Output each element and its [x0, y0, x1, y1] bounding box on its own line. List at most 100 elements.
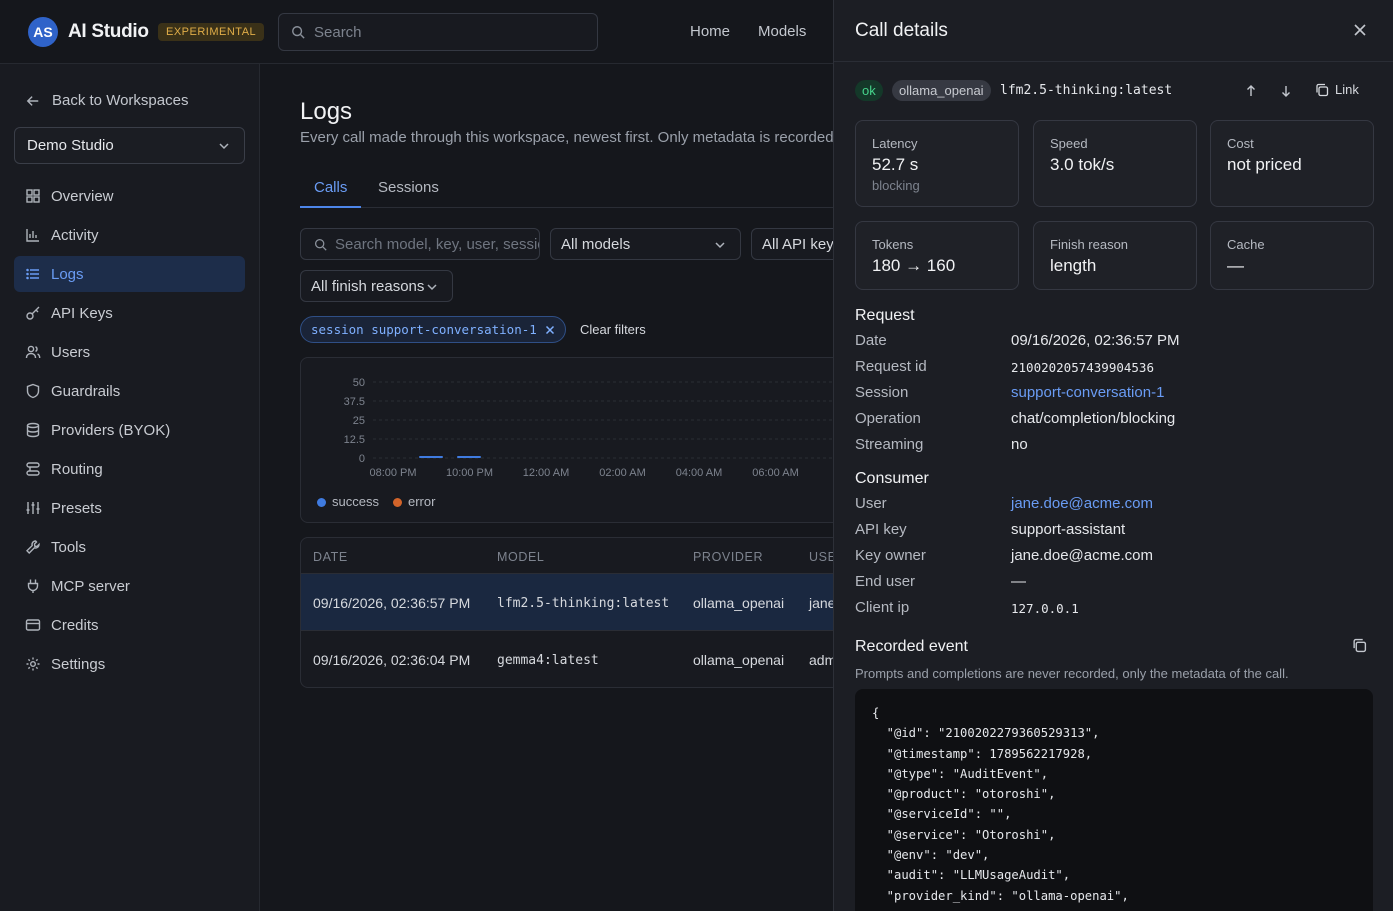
sidebar-item-tools[interactable]: Tools — [14, 529, 245, 565]
sliders-icon — [26, 502, 40, 514]
stat-label: Finish reason — [1050, 237, 1129, 252]
model-filter-select[interactable]: All models — [550, 228, 741, 260]
sidebar-item-label: Tools — [51, 538, 87, 556]
stat-finish-reason: Finish reason length — [1033, 221, 1197, 290]
table-header: DATE MODEL PROVIDER USER — [301, 538, 833, 574]
close-icon[interactable] — [1353, 23, 1367, 37]
nav-home[interactable]: Home — [690, 23, 730, 40]
grid-icon — [26, 189, 40, 203]
tab-sessions[interactable]: Sessions — [378, 179, 439, 196]
session-link[interactable]: support-conversation-1 — [1011, 384, 1164, 401]
sidebar-item-label: Providers (BYOK) — [51, 421, 171, 439]
sidebar-item-api-keys[interactable]: API Keys — [14, 295, 245, 331]
bar-success[interactable] — [457, 456, 481, 458]
user-link[interactable]: jane.doe@acme.com — [1011, 495, 1153, 512]
finish-reason-filter-select[interactable]: All finish reasons — [300, 270, 453, 302]
col-user[interactable]: USER — [809, 550, 833, 564]
shield-icon — [26, 383, 40, 399]
y-tick-label: 37.5 — [344, 396, 365, 408]
cell-user: jane.doe@acme.com — [809, 595, 833, 611]
plug-icon — [27, 579, 39, 593]
experimental-badge: EXPERIMENTAL — [158, 23, 265, 41]
sidebar: Back to Workspaces Demo Studio Overview … — [0, 64, 260, 911]
gear-icon — [26, 657, 40, 671]
request-section-title: Request — [855, 307, 915, 324]
y-tick-label: 12.5 — [344, 434, 365, 446]
back-label: Back to Workspaces — [52, 92, 189, 109]
legend-error-label: error — [407, 494, 436, 509]
search-input[interactable]: Search — [278, 13, 598, 51]
sidebar-item-users[interactable]: Users — [14, 334, 245, 370]
x-tick-label: 08:00 PM — [369, 467, 416, 479]
clear-filters-button[interactable]: Clear filters — [580, 322, 646, 337]
chevron-down-icon — [715, 242, 725, 249]
sidebar-item-overview[interactable]: Overview — [14, 178, 245, 214]
sidebar-item-credits[interactable]: Credits — [14, 607, 245, 643]
call-details-panel: Call details ok ollama_openai lfm2.5-thi… — [833, 0, 1393, 911]
sidebar-item-logs[interactable]: Logs — [14, 256, 245, 292]
table-row[interactable]: 09/16/2026, 02:36:57 PM lfm2.5-thinking:… — [301, 574, 833, 631]
database-icon — [26, 422, 40, 438]
legend-error: error — [392, 494, 436, 509]
sidebar-item-settings[interactable]: Settings — [14, 646, 245, 682]
legend-success: success — [317, 494, 379, 509]
back-to-workspaces[interactable]: Back to Workspaces — [26, 92, 188, 109]
recorded-event-json[interactable]: { "@id": "2100202279360529313", "@timest… — [855, 689, 1373, 911]
link-button[interactable]: Link — [1315, 82, 1359, 97]
copy-icon — [1316, 83, 1329, 96]
sidebar-item-routing[interactable]: Routing — [14, 451, 245, 487]
sidebar-item-mcp-server[interactable]: MCP server — [14, 568, 245, 604]
sidebar-item-label: Guardrails — [51, 382, 121, 400]
logs-search-input[interactable]: Search model, key, user, session — [300, 228, 540, 260]
sidebar-item-providers[interactable]: Providers (BYOK) — [14, 412, 245, 448]
stat-label: Speed — [1050, 136, 1088, 151]
stat-label: Latency — [872, 136, 918, 151]
routing-icon — [26, 462, 40, 476]
client-ip-value: 127.0.0.1 — [1011, 601, 1079, 616]
stat-cost: Cost not priced — [1210, 120, 1374, 207]
close-icon[interactable] — [545, 325, 555, 335]
chart-svg: 50 37.5 25 12.5 0 08:00 PM 10:00 PM 12:00 AM 02:… — [344, 377, 833, 479]
col-model[interactable]: MODEL — [497, 550, 544, 564]
sidebar-item-presets[interactable]: Presets — [14, 490, 245, 526]
main-content: Logs Every call made through this worksp… — [260, 64, 833, 911]
session-filter-chip[interactable]: session support-conversation-1 — [300, 316, 566, 343]
table-row[interactable]: 09/16/2026, 02:36:04 PM gemma4:latest ol… — [301, 631, 833, 687]
stat-value: — — [1227, 256, 1244, 275]
nav-models[interactable]: Models — [758, 23, 806, 40]
sidebar-item-guardrails[interactable]: Guardrails — [14, 373, 245, 409]
stat-value: 3.0 tok/s — [1050, 155, 1115, 174]
key-icon — [26, 306, 40, 320]
app-name[interactable]: AI Studio — [68, 21, 149, 43]
user-key: User — [855, 495, 887, 512]
json-text: { "@id": "2100202279360529313", "@timest… — [872, 706, 1129, 903]
recorded-event-note: Prompts and completions are never record… — [855, 666, 1289, 681]
col-date[interactable]: DATE — [313, 550, 348, 564]
api-key-value: support-assistant — [1011, 521, 1126, 538]
finish-filter-value: All finish reasons — [311, 278, 425, 295]
operation-value: chat/completion/blocking — [1011, 410, 1176, 427]
sidebar-item-label: Credits — [51, 616, 99, 634]
copy-icon[interactable] — [1352, 638, 1367, 653]
arrow-down-icon[interactable] — [1280, 84, 1292, 98]
sidebar-item-activity[interactable]: Activity — [14, 217, 245, 253]
x-tick-label: 06:00 AM — [752, 467, 798, 479]
logo-avatar[interactable]: AS — [28, 17, 58, 47]
bar-success[interactable] — [419, 456, 443, 458]
workspace-select[interactable]: Demo Studio — [14, 127, 245, 164]
session-key: Session — [855, 384, 909, 401]
sidebar-item-label: Settings — [51, 655, 106, 673]
consumer-section-title: Consumer — [855, 470, 929, 487]
col-provider[interactable]: PROVIDER — [693, 550, 763, 564]
workspace-name: Demo Studio — [27, 137, 114, 154]
tab-calls[interactable]: Calls — [314, 179, 347, 196]
search-icon — [292, 26, 305, 39]
arrow-up-icon[interactable] — [1245, 84, 1257, 98]
stat-sub: blocking — [872, 178, 920, 193]
wallet-icon — [25, 619, 41, 631]
chevron-down-icon — [219, 143, 229, 150]
cell-provider: ollama_openai — [693, 652, 785, 668]
client-ip-key: Client ip — [855, 599, 910, 616]
apikey-filter-select[interactable]: All API keys — [751, 228, 833, 260]
calls-chart: 50 37.5 25 12.5 0 08:00 PM 10:00 PM 12:00 AM 02:… — [300, 357, 833, 523]
